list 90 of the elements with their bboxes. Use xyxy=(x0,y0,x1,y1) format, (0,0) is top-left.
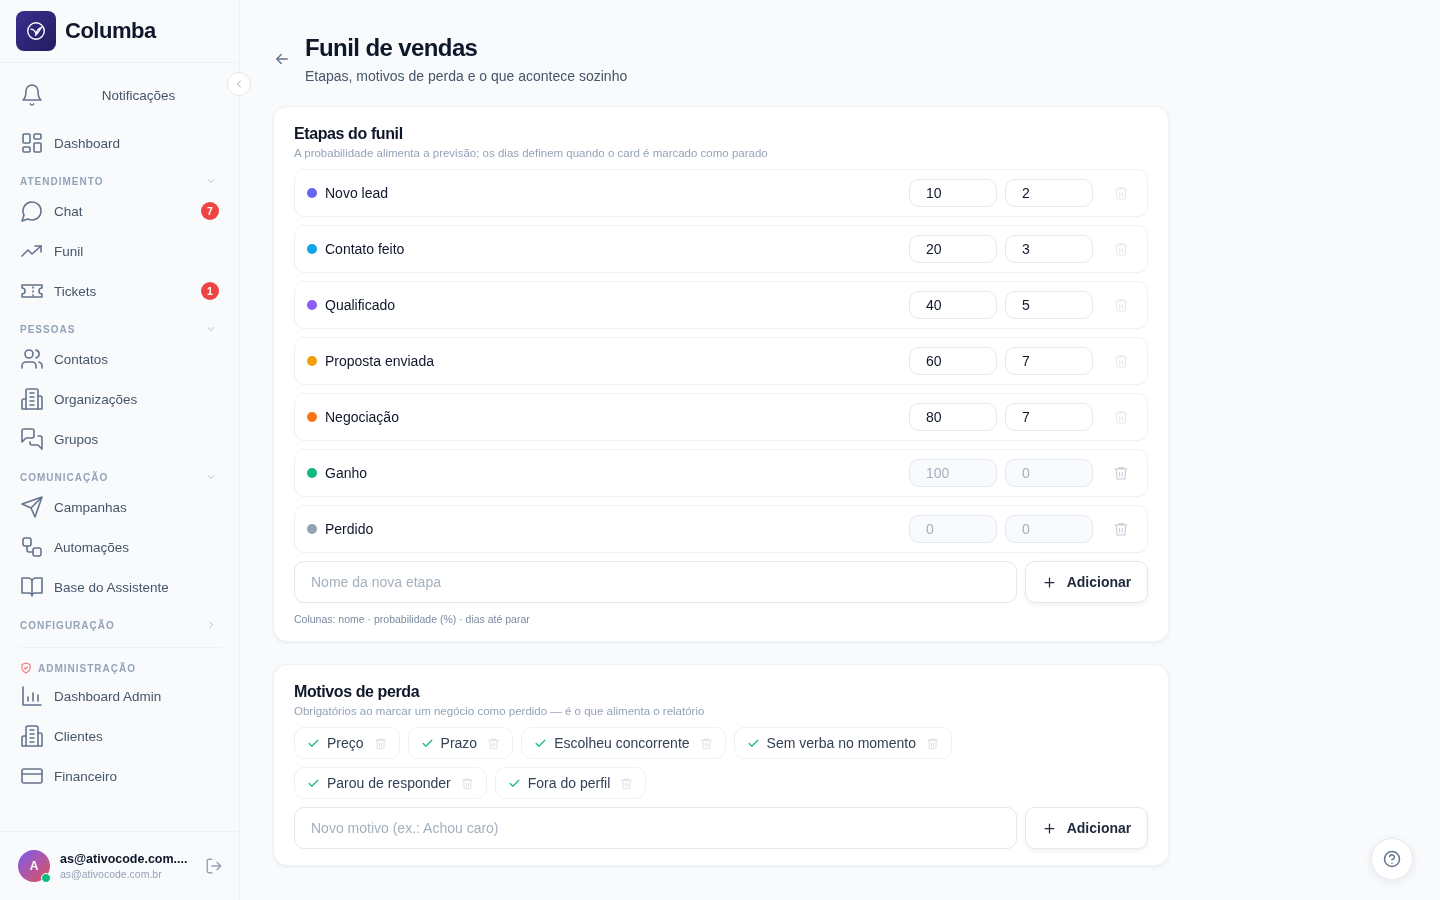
days-field[interactable]: 2 xyxy=(1005,179,1093,207)
bar-chart-icon xyxy=(20,684,44,708)
logout-icon[interactable] xyxy=(205,857,223,875)
add-button[interactable]: Adicionar xyxy=(1025,807,1148,849)
bell-icon xyxy=(20,83,44,107)
notifications-button[interactable]: Notificações xyxy=(20,73,223,117)
stage-name: Qualificado xyxy=(325,297,397,313)
nav-item[interactable]: Financeiro xyxy=(20,756,223,796)
nav-item[interactable]: Dashboard xyxy=(20,123,223,163)
days-field[interactable]: 7 xyxy=(1005,403,1093,431)
reason-label: Parou de responder xyxy=(327,775,451,791)
section-heading: PESSOAS xyxy=(20,324,76,335)
stage-name: Ganho xyxy=(325,465,369,481)
reason-label: Preço xyxy=(327,735,364,751)
nav-item[interactable]: Base do Assistente xyxy=(20,567,223,607)
nav-item[interactable]: Grupos xyxy=(20,419,223,459)
stage-name: Proposta enviada xyxy=(325,353,435,369)
grid-icon xyxy=(20,131,44,155)
card-title: Motivos de perda xyxy=(294,683,421,701)
collapse-button[interactable] xyxy=(227,72,251,96)
section-heading: ATENDIMENTO xyxy=(20,176,104,187)
stage-name: Perdido xyxy=(325,521,375,537)
stage-name: Novo lead xyxy=(325,185,390,201)
page-subtitle: Etapas, motivos de perda e o que acontece sozinho xyxy=(305,68,628,84)
section-heading: ADMINISTRAÇÃO xyxy=(38,662,136,674)
stage-name: Negociação xyxy=(325,409,400,425)
card-title: Etapas do funil xyxy=(294,125,404,143)
days-field[interactable]: 5 xyxy=(1005,291,1093,319)
probability-field[interactable]: 10 xyxy=(909,179,997,207)
reason-label: Prazo xyxy=(440,735,478,751)
trash-icon[interactable] xyxy=(1113,353,1129,369)
brand-name: Columba xyxy=(65,18,156,44)
shield-icon xyxy=(20,662,32,674)
trash-icon[interactable] xyxy=(620,776,634,790)
workflow-icon xyxy=(20,535,44,559)
section-heading: CONFIGURAÇÃO xyxy=(20,620,115,631)
chat-bubbles-icon xyxy=(20,427,44,451)
trash-icon[interactable] xyxy=(373,736,387,750)
user-name: as@ativocode.com.... xyxy=(60,852,189,866)
plus-icon xyxy=(1041,820,1057,836)
count-badge: 1 xyxy=(201,282,219,300)
help-icon[interactable] xyxy=(1371,838,1413,880)
building-icon xyxy=(20,724,44,748)
trash-icon[interactable] xyxy=(1113,241,1129,257)
nav-item[interactable]: Clientes xyxy=(20,716,223,756)
new-stage-field[interactable]: Nome da nova etapa xyxy=(294,561,1017,603)
trash-icon[interactable] xyxy=(460,776,474,790)
probability-field[interactable]: 40 xyxy=(909,291,997,319)
nav-item[interactable]: Tickets 1 xyxy=(20,271,223,311)
book-icon xyxy=(20,575,44,599)
add-button[interactable]: Adicionar xyxy=(1025,561,1148,603)
trash-icon[interactable] xyxy=(1113,465,1129,481)
columns-note: Colunas: nome · probabilidade (%) · dias até parar xyxy=(294,613,531,625)
count-badge: 7 xyxy=(201,202,219,220)
days-field[interactable]: 3 xyxy=(1005,235,1093,263)
building-icon xyxy=(20,387,44,411)
nav-item[interactable]: Dashboard Admin xyxy=(20,676,223,716)
nav-item[interactable]: Automações xyxy=(20,527,223,567)
user-avatar[interactable]: A xyxy=(18,850,50,882)
logo-icon xyxy=(16,11,56,51)
trash-icon[interactable] xyxy=(1113,521,1129,537)
page-title: Funil de vendas xyxy=(305,34,479,62)
reason-label: Fora do perfil xyxy=(527,775,611,791)
plus-icon xyxy=(1041,574,1057,590)
trash-icon[interactable] xyxy=(1113,409,1129,425)
trash-icon[interactable] xyxy=(487,736,501,750)
nav-item[interactable]: Campanhas xyxy=(20,487,223,527)
reason-label: Escolheu concorrente xyxy=(554,735,690,751)
user-email: as@ativocode.com.br xyxy=(60,868,163,880)
paper-plane-icon xyxy=(20,495,44,519)
probability-field[interactable]: 60 xyxy=(909,347,997,375)
users-icon xyxy=(20,347,44,371)
nav-item[interactable]: Contatos xyxy=(20,339,223,379)
trash-icon[interactable] xyxy=(926,736,939,750)
nav-item[interactable]: Funil xyxy=(20,231,223,271)
nav-item[interactable]: Chat 7 xyxy=(20,191,223,231)
stage-name: Contato feito xyxy=(325,241,406,257)
section-heading: COMUNICAÇÃO xyxy=(20,472,109,483)
chat-bubble-icon xyxy=(20,199,44,223)
reason-label: Sem verba no momento xyxy=(766,735,916,751)
new-reason-field[interactable]: Novo motivo (ex.: Achou caro) xyxy=(294,807,1017,849)
trash-icon[interactable] xyxy=(1113,185,1129,201)
nav-item[interactable]: Organizações xyxy=(20,379,223,419)
card-subtitle: Obrigatórios ao marcar um negócio como perdido — é o que alimenta o relatório xyxy=(294,705,706,717)
trash-icon[interactable] xyxy=(699,736,713,750)
days-field[interactable]: 7 xyxy=(1005,347,1093,375)
probability-field[interactable]: 20 xyxy=(909,235,997,263)
trash-icon[interactable] xyxy=(1113,297,1129,313)
probability-field[interactable]: 80 xyxy=(909,403,997,431)
card-subtitle: A probabilidade alimenta a previsão; os dias definem quando o card é marcado como parado xyxy=(294,147,769,159)
